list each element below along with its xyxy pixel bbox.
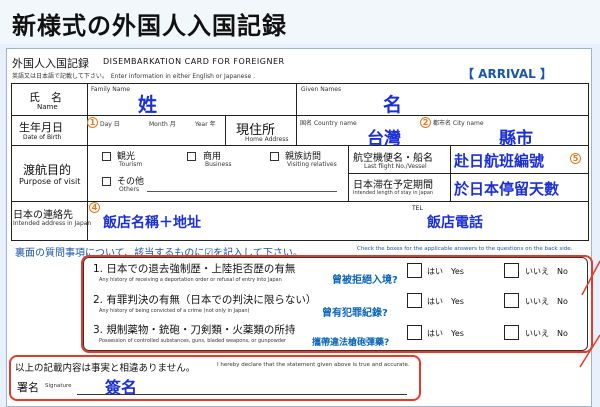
col-divider — [450, 145, 451, 201]
family-name-value[interactable]: 姓 — [138, 90, 157, 117]
purpose-label-en: Purpose of visit — [19, 177, 81, 186]
visiting-checkbox[interactable] — [270, 152, 279, 161]
given-name-label: Given Names — [301, 86, 342, 93]
col-divider — [296, 83, 297, 115]
col-divider — [225, 115, 226, 145]
stay-label-ja: 日本滞在予定期間 — [353, 180, 433, 191]
question-3-text-en: Possession of controlled substances, gun… — [99, 338, 287, 344]
contact-label-ja: 日本の連絡先 — [13, 210, 73, 221]
question-2-no-checkbox[interactable] — [504, 293, 519, 308]
question-2-yes-checkbox[interactable] — [407, 293, 422, 308]
dob-day-label: Day 日 — [100, 121, 120, 128]
question-2-text-ja: 2. 有罪判決の有無（日本での判決に限らない） — [93, 294, 317, 306]
dob-label-en: Date of Birth — [23, 134, 62, 141]
tourism-checkbox[interactable] — [102, 152, 111, 161]
business-checkbox[interactable] — [187, 152, 196, 161]
questions-header-en: Check the boxes for the applicable answe… — [357, 246, 573, 252]
card-title-en: DISEMBARKATION CARD FOR FOREIGNER — [103, 57, 285, 66]
col-divider — [87, 83, 88, 241]
question-2-text-en: Any history of being convicted of a crim… — [99, 308, 250, 314]
question-1-yes-label: はい Yes — [427, 267, 464, 276]
question-3-no-label: いいえ No — [525, 329, 568, 338]
row-divider — [348, 173, 589, 174]
stay-value[interactable]: 於日本停留天數 — [454, 178, 559, 199]
question-1-no-label: いいえ No — [525, 267, 568, 276]
tel-label: TEL — [412, 205, 423, 212]
flight-label-ja: 航空機便名・船名 — [353, 153, 433, 164]
instruction-text: 英語又は日本語で記載して下さい。 Enter information in ei… — [12, 73, 255, 80]
row-divider — [11, 115, 589, 116]
question-1-text-en: Any history of receiving a deportation o… — [99, 277, 282, 283]
question-1-text-ja: 1. 日本での退去強制歴・上陸拒否歴の有無 — [93, 263, 296, 275]
arrow-line-icon — [579, 334, 600, 368]
arrow-line-icon — [581, 260, 600, 296]
banner: 新様式の外国人入国記録 — [0, 0, 600, 44]
question-1-note: 曾被拒絕入境? — [332, 275, 398, 286]
declaration-ja: 以上の記載内容は事実と相違ありません。 — [15, 363, 196, 374]
country-value[interactable]: 台灣 — [367, 124, 401, 149]
signature-label-ja: 署名 — [17, 381, 39, 394]
question-3-no-checkbox[interactable] — [504, 325, 519, 340]
stay-label-en: Intended length of stay in Japan — [353, 190, 434, 196]
tourism-label-en: Tourism — [119, 161, 143, 168]
signature-label-en: Signature — [45, 383, 72, 389]
question-3-text-ja: 3. 規制薬物・銃砲・刀剣類・火薬類の所持 — [93, 324, 296, 336]
question-2-no-label: いいえ No — [525, 297, 568, 306]
name-label-en: Name — [37, 103, 58, 111]
country-label: 国名 Country name — [300, 120, 357, 127]
dob-year-label: Year 年 — [195, 121, 216, 128]
others-checkbox[interactable] — [102, 177, 111, 186]
given-name-value[interactable]: 名 — [383, 90, 402, 117]
address-label-en: Home Address — [245, 136, 289, 143]
arrival-label: 【 ARRIVAL 】 — [462, 67, 552, 81]
arrow-pointers — [579, 260, 600, 368]
marker-5-icon: 5 — [570, 153, 581, 164]
banner-title: 新様式の外国人入国記録 — [12, 12, 287, 40]
dob-month-label: Month 月 — [149, 121, 176, 128]
tel-value[interactable]: 飯店電話 — [427, 212, 483, 232]
contact-label-en: Intended address in Japan — [13, 220, 92, 227]
city-label: 都市名 City name — [433, 120, 484, 127]
question-3-yes-label: はい Yes — [427, 329, 464, 338]
marker-4-icon: 4 — [89, 202, 100, 213]
question-1-no-checkbox[interactable] — [504, 263, 519, 278]
row-divider — [11, 201, 589, 202]
city-value[interactable]: 縣市 — [499, 124, 533, 149]
question-2-note: 曾有犯罪紀錄? — [322, 308, 388, 319]
purpose-label-ja: 渡航目的 — [23, 163, 72, 177]
family-name-label: Family Name — [91, 86, 130, 93]
visiting-label-en: Visiting relatives — [287, 161, 337, 168]
hotel-value[interactable]: 飯店名稱＋地址 — [103, 212, 201, 232]
card-title-ja: 外国人入国記録 — [12, 57, 89, 70]
col-divider — [348, 145, 349, 201]
question-3-yes-checkbox[interactable] — [407, 325, 422, 340]
declaration-en: I hereby declare that the statement give… — [217, 362, 410, 368]
disembarkation-card: 外国人入国記録 DISEMBARKATION CARD FOR FOREIGNE… — [6, 48, 593, 407]
question-1-yes-checkbox[interactable] — [407, 263, 422, 278]
flight-label-en: Last flight No./Vessel — [364, 163, 427, 170]
others-label-en: Others — [119, 186, 140, 193]
question-2-yes-label: はい Yes — [427, 297, 464, 306]
signature-line — [77, 394, 407, 395]
business-label-en: Business — [205, 161, 232, 168]
col-divider — [296, 115, 297, 145]
others-underline — [147, 191, 337, 192]
marker-2-icon: 2 — [420, 117, 431, 128]
question-3-note: 攜帶違法槍砲彈藥? — [312, 338, 390, 348]
flight-value[interactable]: 赴日航班編號 — [454, 150, 544, 171]
marker-1-icon: 1 — [87, 117, 98, 128]
dob-label-ja: 生年月日 — [19, 121, 63, 134]
